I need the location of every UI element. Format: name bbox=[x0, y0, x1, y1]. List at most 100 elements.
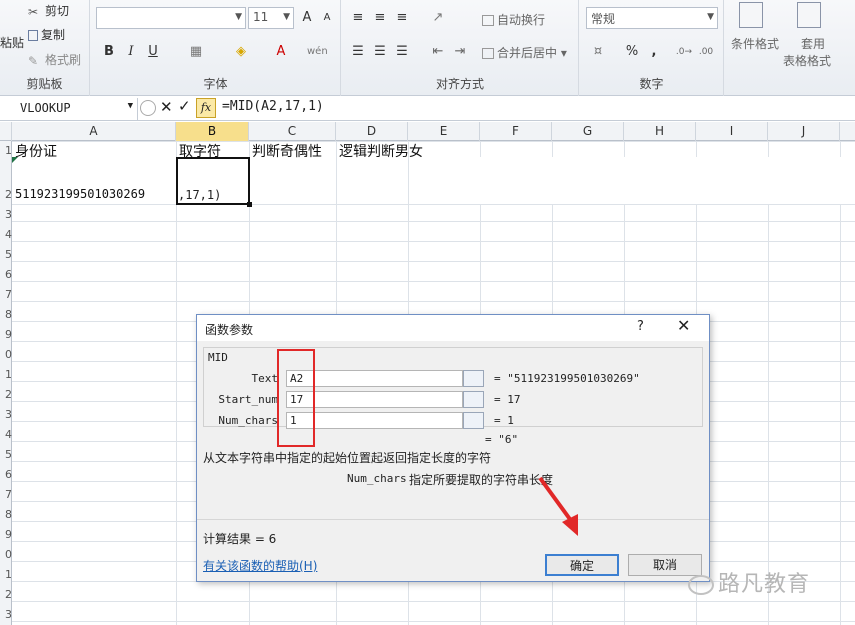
arg-label-text: Text bbox=[251, 372, 279, 385]
help-link[interactable]: 有关该函数的帮助(H) bbox=[203, 557, 317, 574]
formula-input[interactable]: =MID(A2,17,1) bbox=[222, 99, 324, 114]
name-box[interactable]: VLOOKUP ▼ bbox=[0, 98, 138, 120]
row-header[interactable]: 8 bbox=[0, 305, 12, 325]
arg-result-num-chars: = 1 bbox=[494, 414, 514, 427]
decrease-decimal-icon[interactable]: .00 bbox=[696, 42, 716, 62]
copy-button[interactable]: 复制 bbox=[28, 26, 65, 43]
conditional-format-button[interactable]: 条件格式 bbox=[731, 35, 779, 52]
enter-icon[interactable]: ✓ bbox=[178, 97, 191, 115]
error-indicator-icon bbox=[12, 157, 18, 163]
font-name-combo[interactable]: ▼ bbox=[96, 7, 246, 29]
function-arguments-dialog: 函数参数 ? ✕ MID Text A2 = "5119231995010302… bbox=[196, 314, 710, 582]
grow-font-icon[interactable]: A bbox=[297, 8, 317, 28]
column-header-e[interactable]: E bbox=[408, 122, 480, 141]
increase-decimal-icon[interactable]: .0→ bbox=[674, 42, 694, 62]
collapse-dialog-icon[interactable] bbox=[463, 412, 484, 429]
row-header[interactable]: 5 bbox=[0, 445, 12, 465]
arg-help-name: Num_chars bbox=[347, 472, 407, 485]
column-header-d[interactable]: D bbox=[336, 122, 408, 141]
conditional-format-icon bbox=[739, 2, 763, 28]
ok-button[interactable]: 确定 bbox=[545, 554, 619, 576]
chevron-down-icon: ▼ bbox=[707, 12, 714, 22]
cut-button[interactable]: ✂ 剪切 bbox=[28, 2, 69, 19]
copy-icon bbox=[28, 30, 38, 41]
insert-function-button[interactable]: fx bbox=[196, 98, 216, 118]
active-cell-b2[interactable]: ,17,1) bbox=[176, 157, 252, 207]
column-header-g[interactable]: G bbox=[552, 122, 624, 141]
row-headers: 12345678901234567890123 bbox=[0, 141, 12, 625]
underline-button[interactable]: U bbox=[143, 42, 163, 62]
align-bottom-icon[interactable]: ≡ bbox=[392, 8, 412, 28]
comma-button[interactable]: , bbox=[644, 42, 664, 62]
decrease-indent-icon[interactable]: ⇤ bbox=[428, 42, 448, 62]
row-header[interactable]: 2 bbox=[0, 385, 12, 405]
column-header-j[interactable]: J bbox=[768, 122, 840, 141]
merge-center-button[interactable]: 合并后居中 ▾ bbox=[482, 44, 567, 61]
cell-d1[interactable]: 逻辑判断男女 bbox=[339, 141, 423, 161]
currency-icon[interactable]: ¤ bbox=[588, 42, 608, 62]
close-icon[interactable]: ✕ bbox=[677, 316, 690, 335]
format-painter-button[interactable]: ✎ 格式刷 bbox=[28, 51, 81, 68]
bold-button[interactable]: B bbox=[99, 42, 119, 62]
font-color-icon[interactable]: A bbox=[271, 42, 291, 62]
italic-button[interactable]: I bbox=[121, 42, 141, 62]
row-header[interactable]: 0 bbox=[0, 345, 12, 365]
row-header[interactable]: 8 bbox=[0, 505, 12, 525]
row-header[interactable]: 6 bbox=[0, 265, 12, 285]
align-center-icon[interactable]: ☰ bbox=[370, 42, 390, 62]
row-header[interactable]: 7 bbox=[0, 485, 12, 505]
cell-a1[interactable]: 身份证 bbox=[15, 141, 57, 161]
paste-button[interactable]: 粘贴 bbox=[0, 34, 24, 51]
collapse-dialog-icon[interactable] bbox=[463, 391, 484, 408]
column-header-i[interactable]: I bbox=[696, 122, 768, 141]
gridline bbox=[176, 141, 177, 625]
border-icon[interactable]: ▦ bbox=[186, 42, 206, 62]
row-header[interactable]: 0 bbox=[0, 545, 12, 565]
align-left-icon[interactable]: ☰ bbox=[348, 42, 368, 62]
row-header[interactable]: 6 bbox=[0, 465, 12, 485]
shrink-font-icon[interactable]: A bbox=[317, 8, 337, 28]
percent-button[interactable]: % bbox=[622, 42, 642, 62]
row-header[interactable]: 3 bbox=[0, 405, 12, 425]
row-header[interactable]: 7 bbox=[0, 285, 12, 305]
row-header[interactable]: 2 bbox=[0, 185, 12, 205]
row-header[interactable]: 3 bbox=[0, 205, 12, 225]
column-header-b[interactable]: B bbox=[176, 122, 249, 141]
format-as-table-line1[interactable]: 套用 bbox=[801, 35, 825, 52]
increase-indent-icon[interactable]: ⇥ bbox=[450, 42, 470, 62]
alignment-group: ≡ ≡ ≡ ↗ 自动换行 ☰ ☰ ☰ ⇤ ⇥ 合并后居中 ▾ 对齐方式 bbox=[342, 0, 579, 96]
cell-c1[interactable]: 判断奇偶性 bbox=[252, 141, 322, 161]
row-header[interactable]: 5 bbox=[0, 245, 12, 265]
format-as-table-line2[interactable]: 表格格式 bbox=[783, 52, 831, 69]
number-format-combo[interactable]: 常规 ▼ bbox=[586, 7, 718, 29]
align-top-icon[interactable]: ≡ bbox=[348, 8, 368, 28]
row-header[interactable]: 1 bbox=[0, 565, 12, 585]
align-middle-icon[interactable]: ≡ bbox=[370, 8, 390, 28]
row-header[interactable]: 4 bbox=[0, 425, 12, 445]
collapse-dialog-icon[interactable] bbox=[463, 370, 484, 387]
orientation-icon[interactable]: ↗ bbox=[428, 8, 448, 28]
row-header[interactable]: 9 bbox=[0, 525, 12, 545]
align-right-icon[interactable]: ☰ bbox=[392, 42, 412, 62]
fill-color-icon[interactable]: ◈ bbox=[231, 42, 251, 62]
brush-icon: ✎ bbox=[28, 53, 39, 68]
help-icon[interactable]: ? bbox=[637, 319, 644, 334]
wrap-text-button[interactable]: 自动换行 bbox=[482, 11, 545, 28]
fill-handle[interactable] bbox=[247, 202, 252, 207]
column-header-a[interactable]: A bbox=[12, 122, 176, 141]
column-header-h[interactable]: H bbox=[624, 122, 696, 141]
row-header[interactable]: 9 bbox=[0, 325, 12, 345]
cancel-icon[interactable]: ✕ bbox=[160, 98, 173, 116]
row-header[interactable]: 3 bbox=[0, 605, 12, 625]
row-header[interactable]: 2 bbox=[0, 585, 12, 605]
row-header[interactable]: 4 bbox=[0, 225, 12, 245]
select-all-corner[interactable] bbox=[0, 122, 12, 141]
cell-a2[interactable]: 511923199501030269 bbox=[15, 187, 145, 201]
row-header[interactable]: 1 bbox=[0, 365, 12, 385]
font-size-combo[interactable]: 11 ▼ bbox=[248, 7, 294, 29]
phonetic-icon[interactable]: wén bbox=[307, 42, 328, 62]
function-dropdown-icon[interactable] bbox=[140, 100, 156, 116]
column-header-f[interactable]: F bbox=[480, 122, 552, 141]
column-header-c[interactable]: C bbox=[249, 122, 336, 141]
row-header[interactable]: 1 bbox=[0, 141, 12, 161]
